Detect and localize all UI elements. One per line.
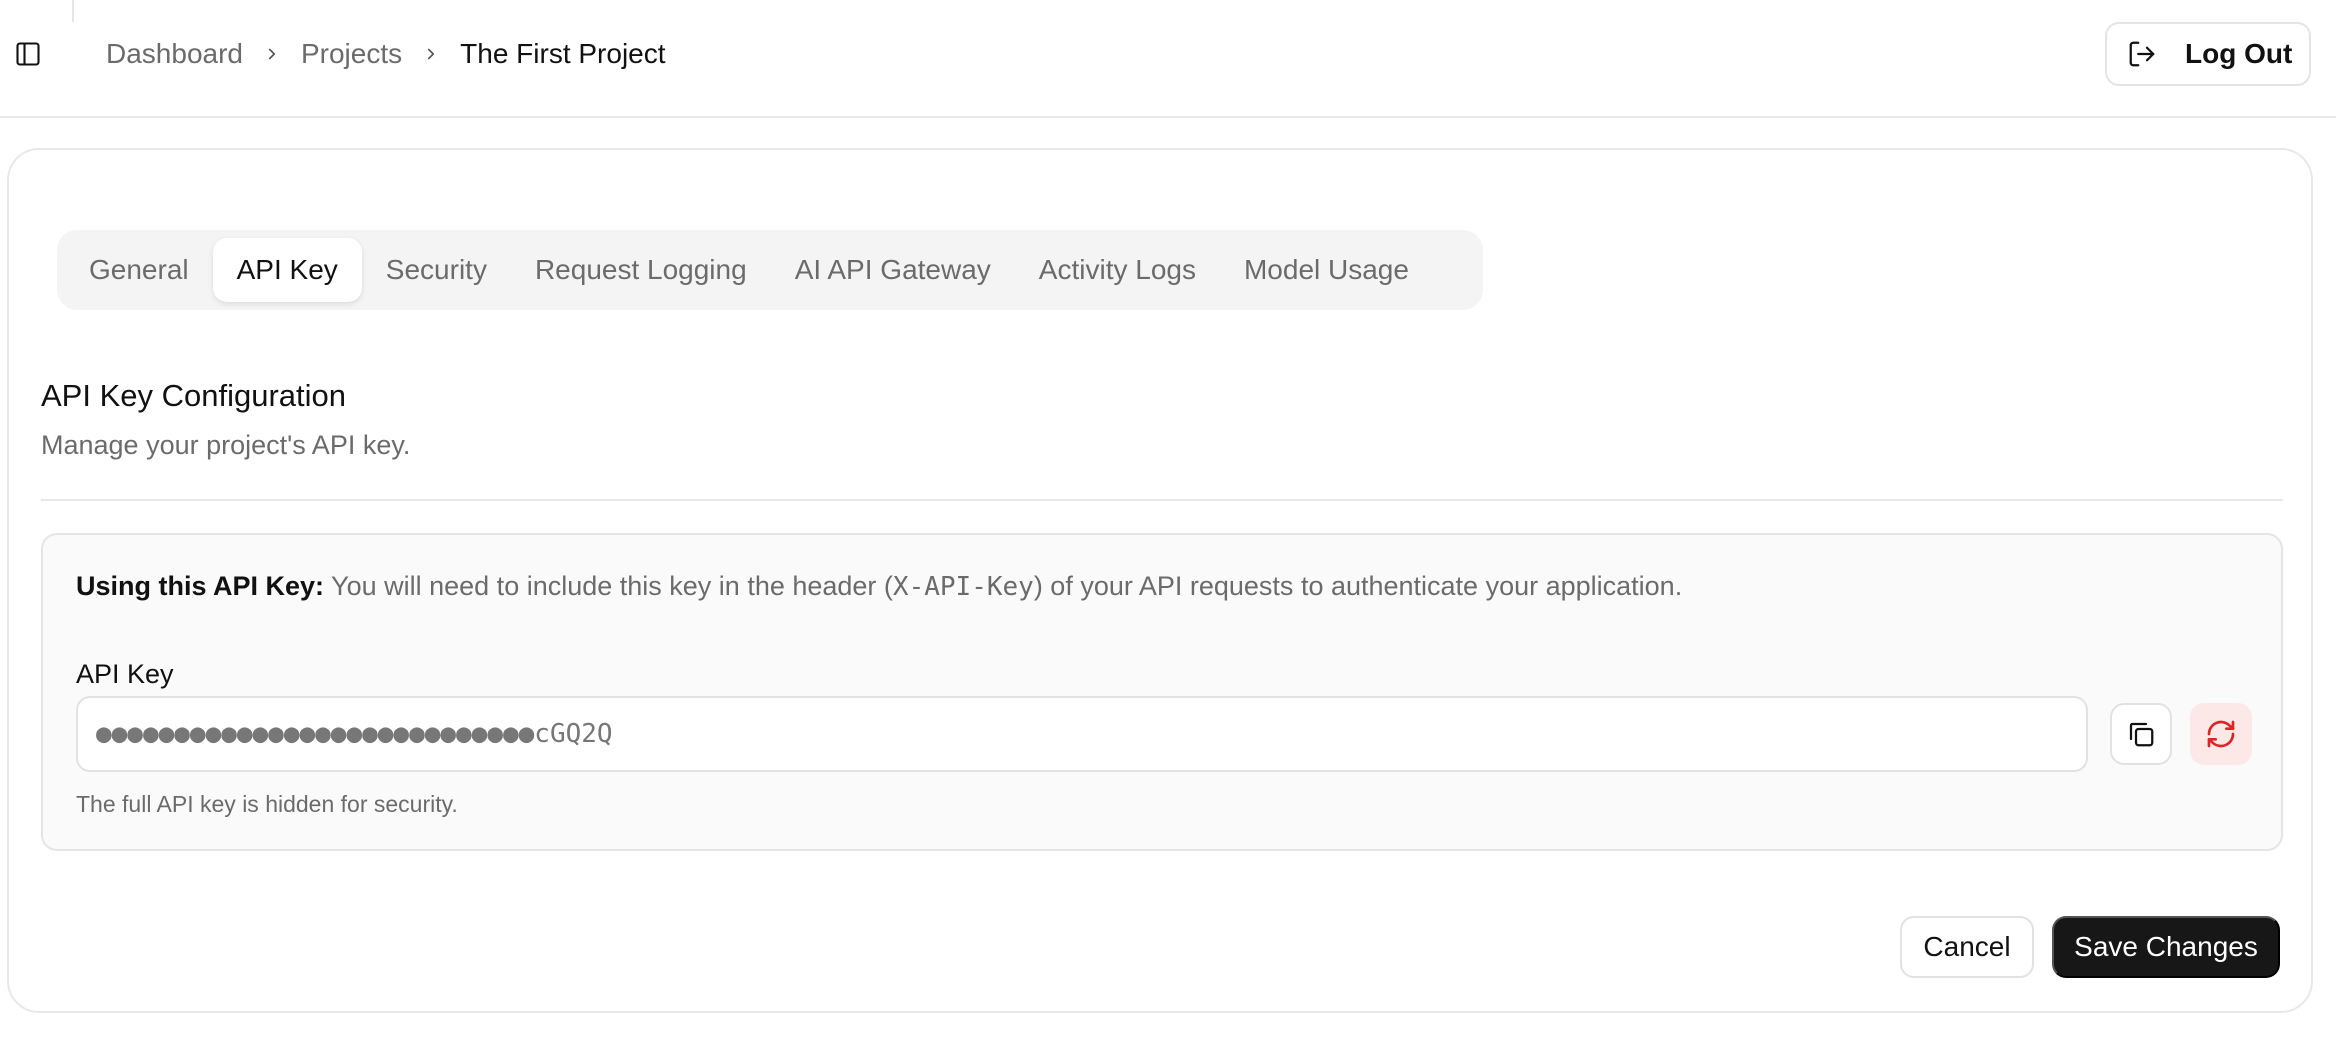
breadcrumb-dashboard[interactable]: Dashboard (106, 38, 243, 70)
logout-button[interactable]: Log Out (2105, 22, 2311, 86)
tab-activity-logs[interactable]: Activity Logs (1015, 238, 1220, 302)
chevron-right-icon (263, 45, 281, 63)
logout-label: Log Out (2185, 38, 2293, 69)
regenerate-api-key-button[interactable] (2190, 703, 2252, 765)
copy-api-key-button[interactable] (2110, 703, 2172, 765)
api-key-panel: Using this API Key: You will need to inc… (41, 533, 2283, 851)
settings-tabs: General API Key Security Request Logging… (57, 230, 1483, 310)
notice-text-before: You will need to include this key in the… (324, 571, 893, 601)
breadcrumb: Dashboard Projects The First Project (106, 32, 666, 76)
notice-heading: Using this API Key: (76, 571, 325, 601)
notice-text-after: ) of your API requests to authenticate y… (1033, 571, 1683, 601)
top-bar: Dashboard Projects The First Project Log… (0, 0, 2336, 118)
settings-card: General API Key Security Request Logging… (7, 148, 2313, 1013)
copy-icon (2129, 722, 2154, 747)
panel-left-icon (16, 42, 40, 66)
save-changes-button[interactable]: Save Changes (2052, 916, 2280, 978)
tab-ai-api-gateway[interactable]: AI API Gateway (771, 238, 1015, 302)
breadcrumb-current-project: The First Project (460, 38, 666, 69)
api-key-label: API Key (76, 659, 174, 689)
header-divider (72, 0, 74, 22)
tab-security[interactable]: Security (362, 238, 511, 302)
log-out-icon (2129, 41, 2155, 67)
cancel-button[interactable]: Cancel (1900, 916, 2034, 978)
section-subtitle: Manage your project's API key. (41, 430, 411, 460)
tab-model-usage[interactable]: Model Usage (1220, 238, 1433, 302)
api-key-usage-notice: Using this API Key: You will need to inc… (76, 571, 1682, 602)
api-key-hint: The full API key is hidden for security. (76, 791, 458, 817)
refresh-icon (2207, 720, 2235, 748)
breadcrumb-projects[interactable]: Projects (301, 38, 402, 70)
chevron-right-icon (422, 45, 440, 63)
section-title: API Key Configuration (41, 378, 347, 413)
notice-header-code: X-API-Key (892, 572, 1034, 602)
api-key-input[interactable] (76, 696, 2088, 772)
tab-api-key[interactable]: API Key (212, 238, 362, 302)
tab-general[interactable]: General (65, 238, 213, 302)
tab-request-logging[interactable]: Request Logging (511, 238, 771, 302)
section-divider (41, 499, 2283, 501)
sidebar-toggle-button[interactable] (8, 34, 48, 74)
